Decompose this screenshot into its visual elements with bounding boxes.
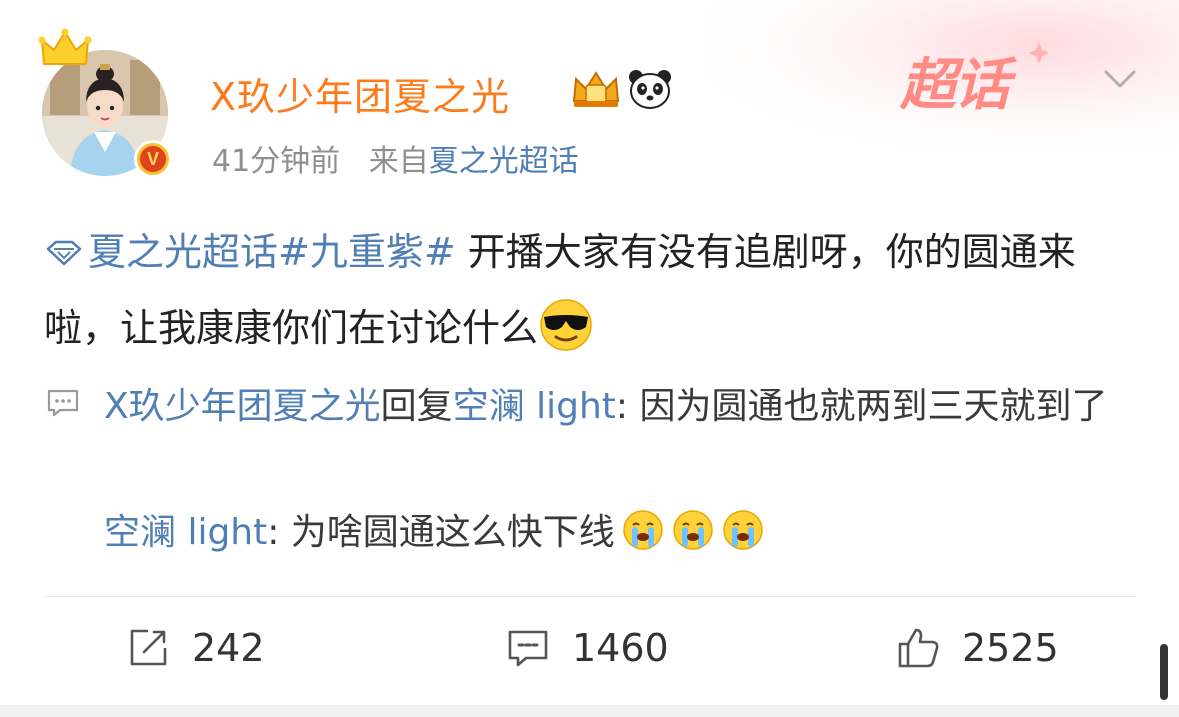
crying-emoji-icon — [723, 510, 763, 550]
super-topic-name: 夏之光超话 — [88, 230, 279, 274]
repost-count: 242 — [192, 626, 265, 670]
comment-icon — [508, 630, 548, 667]
reply-item[interactable]: 空澜 light: 为啥圆通这么快下线 — [104, 502, 1144, 564]
crying-emoji-icon — [673, 510, 713, 550]
reply-target[interactable]: 空澜 light — [453, 386, 616, 427]
username[interactable]: X玖少年团夏之光 — [210, 66, 510, 121]
comment-count: 1460 — [572, 626, 669, 670]
reply-text: : 为啥圆通这么快下线 — [267, 512, 615, 553]
crying-emoji-icon — [623, 510, 663, 550]
post-source-link[interactable]: 夏之光超话 — [429, 144, 579, 179]
avatar-wrap[interactable]: V — [38, 28, 178, 188]
crown-icon — [38, 28, 92, 65]
post-time: 41分钟前 — [212, 144, 341, 179]
panda-icon[interactable] — [626, 67, 674, 111]
scrollbar[interactable] — [1160, 644, 1168, 700]
reply-text: : 因为圆通也就两到三天就到了 — [615, 386, 1108, 427]
source-prefix: 来自 — [368, 144, 429, 179]
verified-v-mark: V — [140, 146, 166, 172]
super-topic-label[interactable]: 超话 — [900, 40, 1010, 121]
hashtag-link[interactable]: #九重紫# — [278, 230, 456, 274]
comment-bubble-icon — [47, 389, 79, 417]
reply-action: 回复 — [380, 386, 453, 427]
like-icon — [898, 628, 939, 668]
bottom-strip — [0, 705, 1179, 717]
super-topic-link[interactable]: 夏之光超话 — [44, 230, 278, 274]
repost-icon — [130, 629, 167, 666]
comment-button[interactable]: 1460 — [506, 626, 669, 670]
like-button[interactable]: 2525 — [896, 626, 1059, 670]
like-count: 2525 — [962, 626, 1059, 670]
post-meta: 41分钟前 来自夏之光超话 — [212, 136, 579, 180]
post-text: 夏之光超话#九重紫# 开播大家有没有追剧呀，你的圆通来啦，让我康康你们在讨论什么 — [44, 214, 1139, 366]
weibo-post-card: 超话 V X玖少年团夏之光 41分钟前 来自夏之光超话 夏之光超话#九重紫# 开… — [0, 0, 1179, 717]
chevron-down-icon[interactable] — [1100, 60, 1140, 100]
topic-diamond-icon — [46, 240, 82, 266]
vip-crown-badge-icon[interactable] — [570, 67, 622, 111]
reply-item[interactable]: X玖少年团夏之光回复空澜 light: 因为圆通也就两到三天就到了 — [104, 376, 1144, 438]
verified-v-icon: V — [134, 140, 172, 178]
reply-author[interactable]: 空澜 light — [104, 512, 267, 553]
repost-button[interactable]: 242 — [126, 626, 265, 670]
divider — [44, 596, 1136, 597]
user-badges — [570, 66, 674, 112]
sunglasses-emoji-icon — [540, 299, 592, 351]
action-bar: 242 1460 2525 — [0, 610, 1179, 690]
reply-author[interactable]: X玖少年团夏之光 — [104, 386, 381, 427]
